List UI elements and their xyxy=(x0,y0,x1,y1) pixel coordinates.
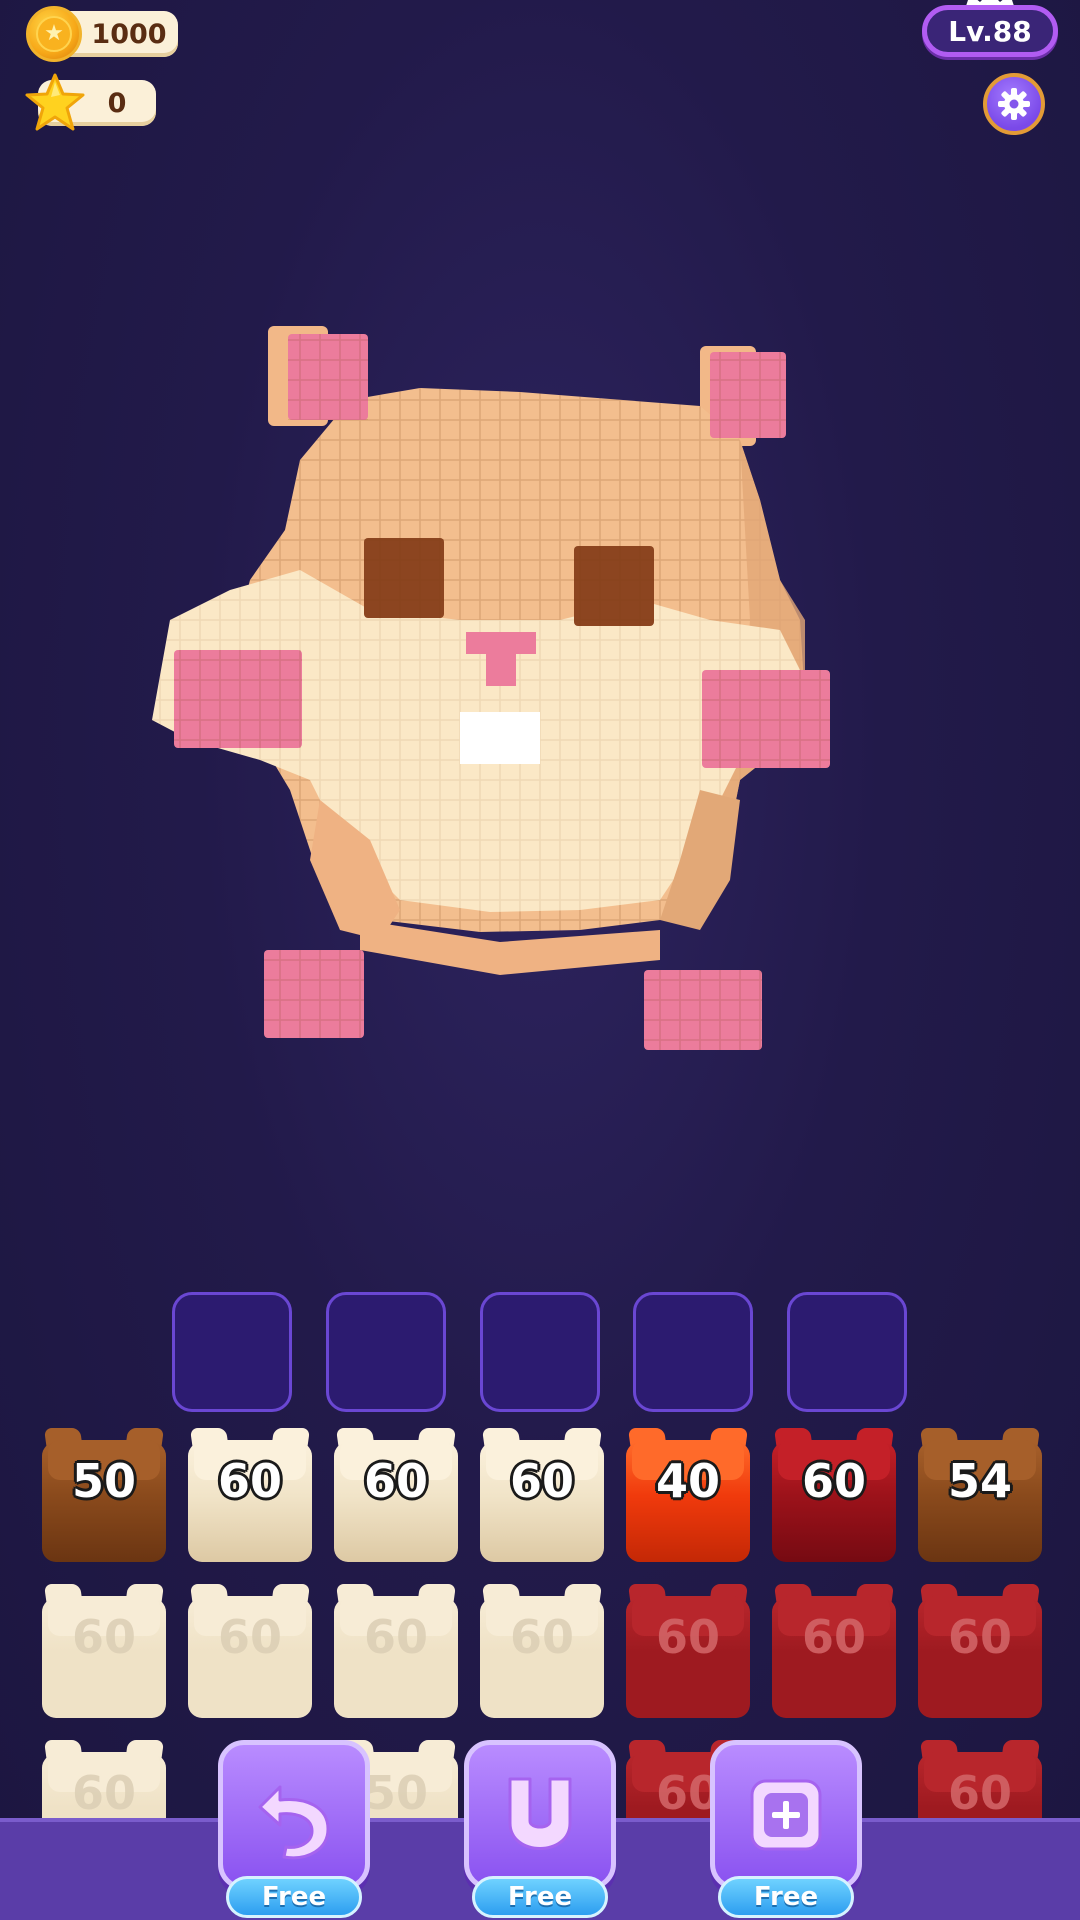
block-count: 60 xyxy=(363,1610,428,1664)
star-icon xyxy=(25,73,85,131)
holding-slot-4[interactable] xyxy=(633,1292,753,1412)
block-row2-2[interactable]: 60 xyxy=(188,1582,312,1718)
block-count: 60 xyxy=(801,1454,866,1508)
block-count: 60 xyxy=(509,1454,574,1508)
holding-slot-1[interactable] xyxy=(172,1292,292,1412)
block-row1-7[interactable]: 54 xyxy=(918,1426,1042,1562)
add-slot-icon xyxy=(750,1779,822,1851)
block-count: 60 xyxy=(655,1610,720,1664)
holding-slot-5[interactable] xyxy=(787,1292,907,1412)
block-row2-5[interactable]: 60 xyxy=(626,1582,750,1718)
magnet-icon xyxy=(508,1777,572,1850)
block-count: 60 xyxy=(801,1610,866,1664)
block-row2-3[interactable]: 60 xyxy=(334,1582,458,1718)
gear-icon xyxy=(998,88,1030,120)
block-row1-1[interactable]: 50 xyxy=(42,1426,166,1562)
block-count: 54 xyxy=(947,1454,1012,1508)
block-count: 60 xyxy=(71,1766,136,1820)
voxel-hamster-model xyxy=(152,326,830,1050)
block-row2-6[interactable]: 60 xyxy=(772,1582,896,1718)
undo-booster-free-label: Free xyxy=(226,1876,362,1918)
magnet-booster-free-label: Free xyxy=(472,1876,608,1918)
block-row1-2[interactable]: 60 xyxy=(188,1426,312,1562)
add-slot-booster-button[interactable]: Free xyxy=(710,1740,862,1918)
block-count: 60 xyxy=(71,1610,136,1664)
block-count: 60 xyxy=(217,1610,282,1664)
block-count: 60 xyxy=(947,1610,1012,1664)
add-slot-booster-free-label: Free xyxy=(718,1876,854,1918)
settings-button[interactable] xyxy=(983,73,1045,135)
undo-arrow-icon xyxy=(258,1785,330,1860)
block-row2-4[interactable]: 60 xyxy=(480,1582,604,1718)
block-count: 40 xyxy=(655,1454,720,1508)
level-badge: Lv.88 xyxy=(922,5,1058,57)
coin-count: 1000 xyxy=(91,18,167,50)
block-count: 60 xyxy=(363,1454,428,1508)
coin-icon: ★ xyxy=(26,6,82,62)
block-count: 50 xyxy=(71,1454,136,1508)
magnet-booster-button[interactable]: Free xyxy=(464,1740,616,1918)
block-count: 60 xyxy=(947,1766,1012,1820)
block-row2-1[interactable]: 60 xyxy=(42,1582,166,1718)
block-row1-3[interactable]: 60 xyxy=(334,1426,458,1562)
block-count: 60 xyxy=(509,1610,574,1664)
holding-slot-3[interactable] xyxy=(480,1292,600,1412)
holding-slot-2[interactable] xyxy=(326,1292,446,1412)
level-label: Lv.88 xyxy=(948,14,1032,48)
undo-booster-button[interactable]: Free xyxy=(218,1740,370,1918)
block-row2-7[interactable]: 60 xyxy=(918,1582,1042,1718)
block-row1-4[interactable]: 60 xyxy=(480,1426,604,1562)
star-count: 0 xyxy=(107,87,127,119)
block-row1-5[interactable]: 40 xyxy=(626,1426,750,1562)
block-row1-6[interactable]: 60 xyxy=(772,1426,896,1562)
block-count: 60 xyxy=(217,1454,282,1508)
